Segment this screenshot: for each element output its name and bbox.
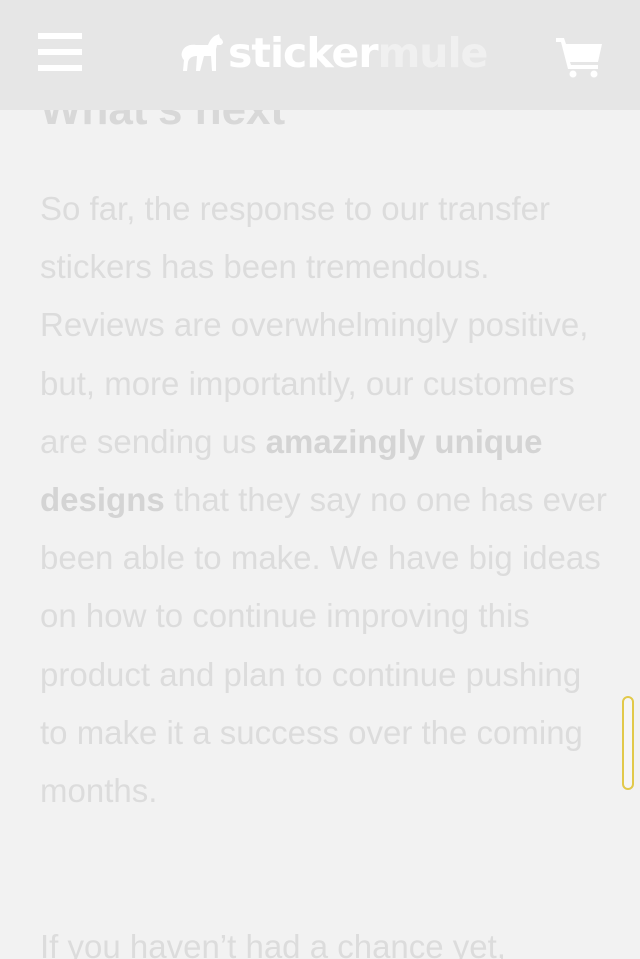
cart-icon-graphic	[556, 38, 602, 78]
menu-bar	[38, 33, 82, 39]
logo-word-mule: mule	[377, 28, 489, 77]
logo-wordmark: stickermule	[228, 32, 488, 74]
article-paragraph: So far, the response to our transfer sti…	[40, 180, 610, 820]
menu-bar	[38, 65, 82, 71]
mule-icon	[181, 34, 223, 71]
logo-word-sticker: sticker	[228, 28, 379, 77]
paragraph-text-end: that they say no one has ever been able …	[40, 481, 607, 810]
scroll-indicator[interactable]	[622, 696, 634, 790]
paragraph-text-start: So far, the response to our transfer sti…	[40, 190, 589, 460]
page: What's next So far, the response to our …	[0, 0, 640, 959]
site-header: stickermule	[0, 0, 640, 110]
menu-bar	[38, 49, 82, 55]
shopping-cart-icon[interactable]	[556, 36, 604, 78]
stickermule-logo[interactable]: stickermule	[180, 28, 488, 78]
article-paragraph-next: If you haven’t had a chance yet,	[40, 928, 506, 959]
hamburger-menu-icon[interactable]	[38, 33, 82, 73]
